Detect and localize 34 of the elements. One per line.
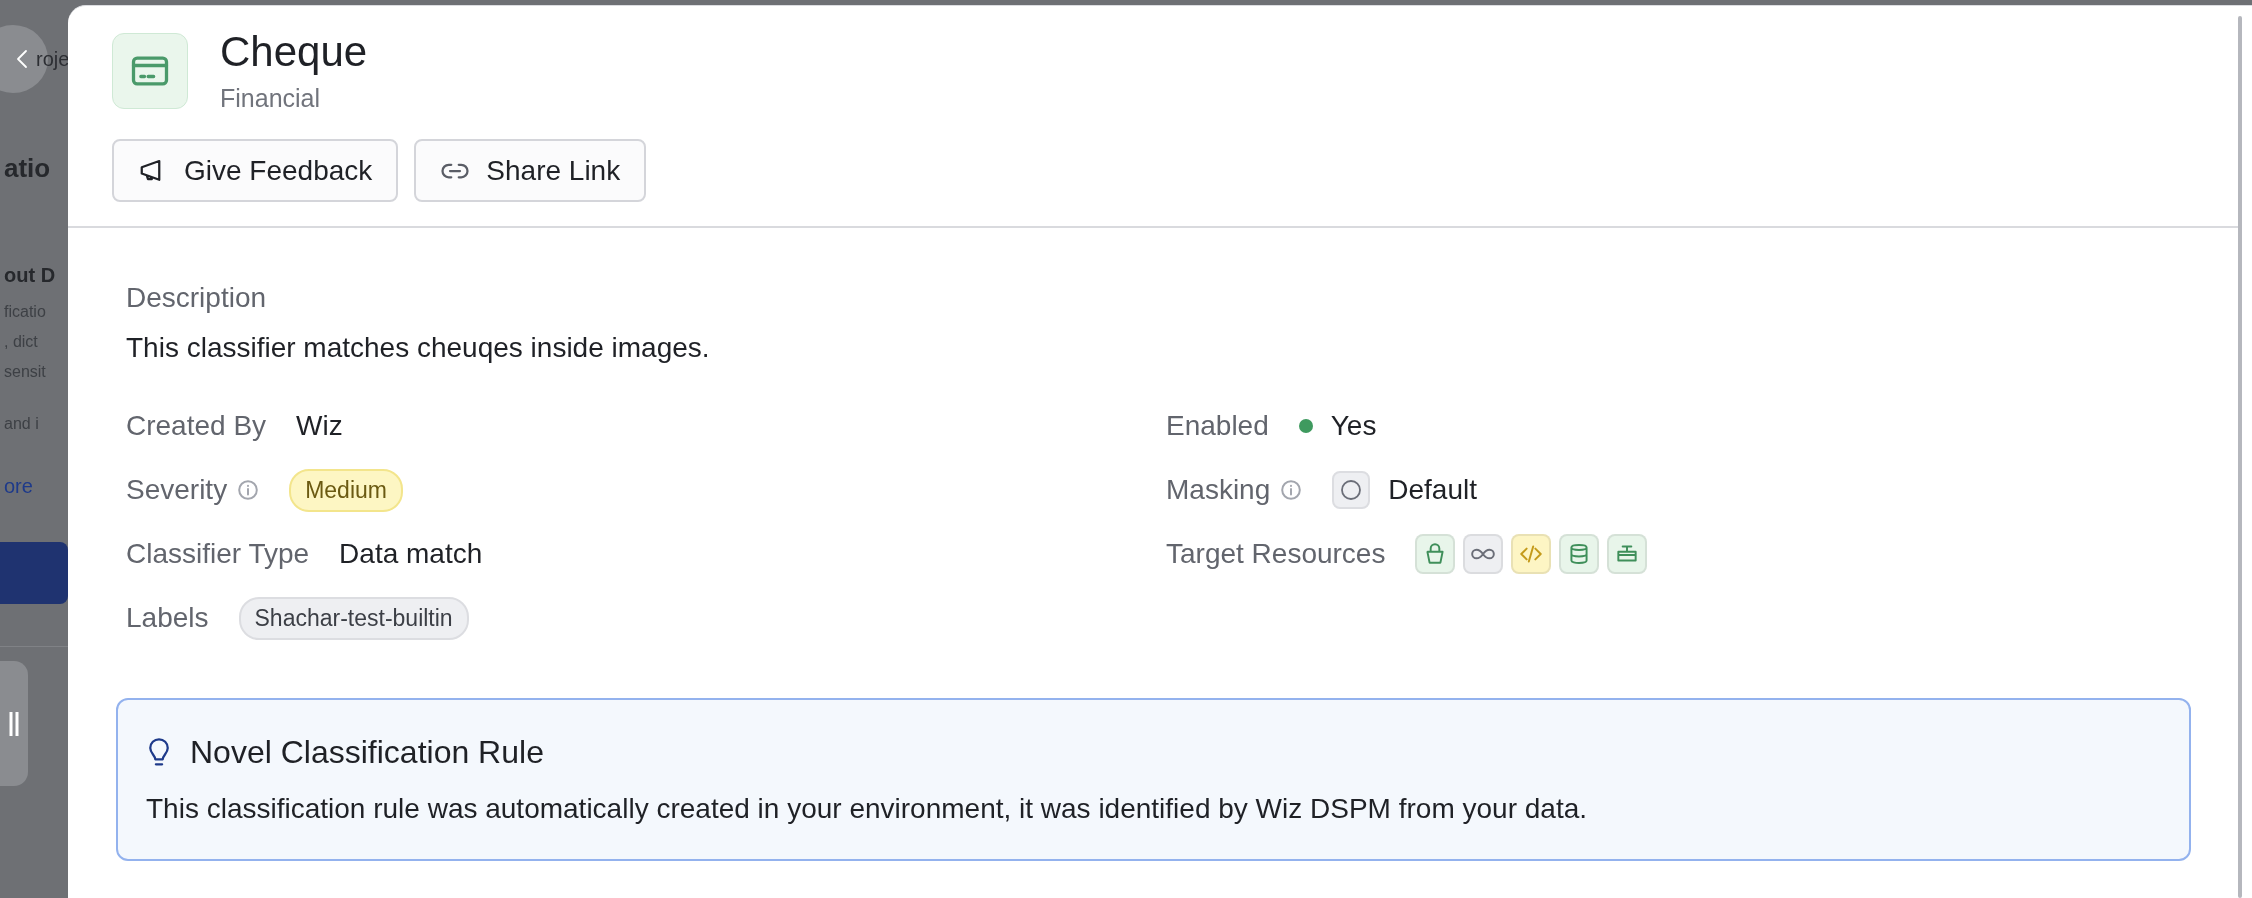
category-label: Financial [220, 84, 322, 113]
info-icon[interactable] [237, 479, 260, 501]
field-value: Data match [339, 538, 483, 570]
database-icon[interactable] [1559, 534, 1600, 574]
field-label: Labels [126, 602, 209, 634]
classifier-title: Cheque [220, 28, 368, 76]
feedback-button[interactable]: Give Feedback [112, 139, 399, 202]
info-icon[interactable] [1280, 479, 1303, 501]
field-label: Created By [126, 410, 267, 442]
field-value: Wiz [296, 410, 343, 442]
scrollbar[interactable] [2238, 16, 2242, 898]
bucket-icon[interactable] [1415, 534, 1456, 574]
description-text: This classifier matches cheuqes inside images. [126, 332, 711, 364]
field-label: Masking [1166, 474, 1271, 506]
field-label: Enabled [1166, 410, 1269, 442]
code-icon[interactable] [1511, 534, 1552, 574]
field-label: Description [126, 282, 268, 314]
label-tag[interactable]: Shachar-test-builtin [238, 596, 469, 640]
field-label: Severity [126, 474, 228, 506]
infinity-icon[interactable] [1463, 534, 1504, 574]
banner-title: Novel Classification Rule [190, 734, 544, 771]
field-value: Yes [1330, 410, 1377, 442]
field-label: Target Resources [1166, 538, 1386, 570]
drag-handle[interactable] [0, 661, 28, 786]
field-label: Classifier Type [126, 538, 310, 570]
breadcrumb-text: roje [36, 48, 70, 71]
banner-text: This classification rule was automatically created in your environment, it was identified by Wiz DSPM from your data. [146, 793, 1588, 825]
page-heading: atio [4, 153, 52, 184]
severity-badge: Medium [289, 468, 403, 512]
field-value: Default [1388, 474, 1477, 506]
lightbulb-icon [146, 737, 172, 768]
section-heading: out D [4, 264, 57, 287]
credit-card-icon [112, 32, 188, 109]
share-link-button[interactable]: Share Link [414, 139, 647, 202]
